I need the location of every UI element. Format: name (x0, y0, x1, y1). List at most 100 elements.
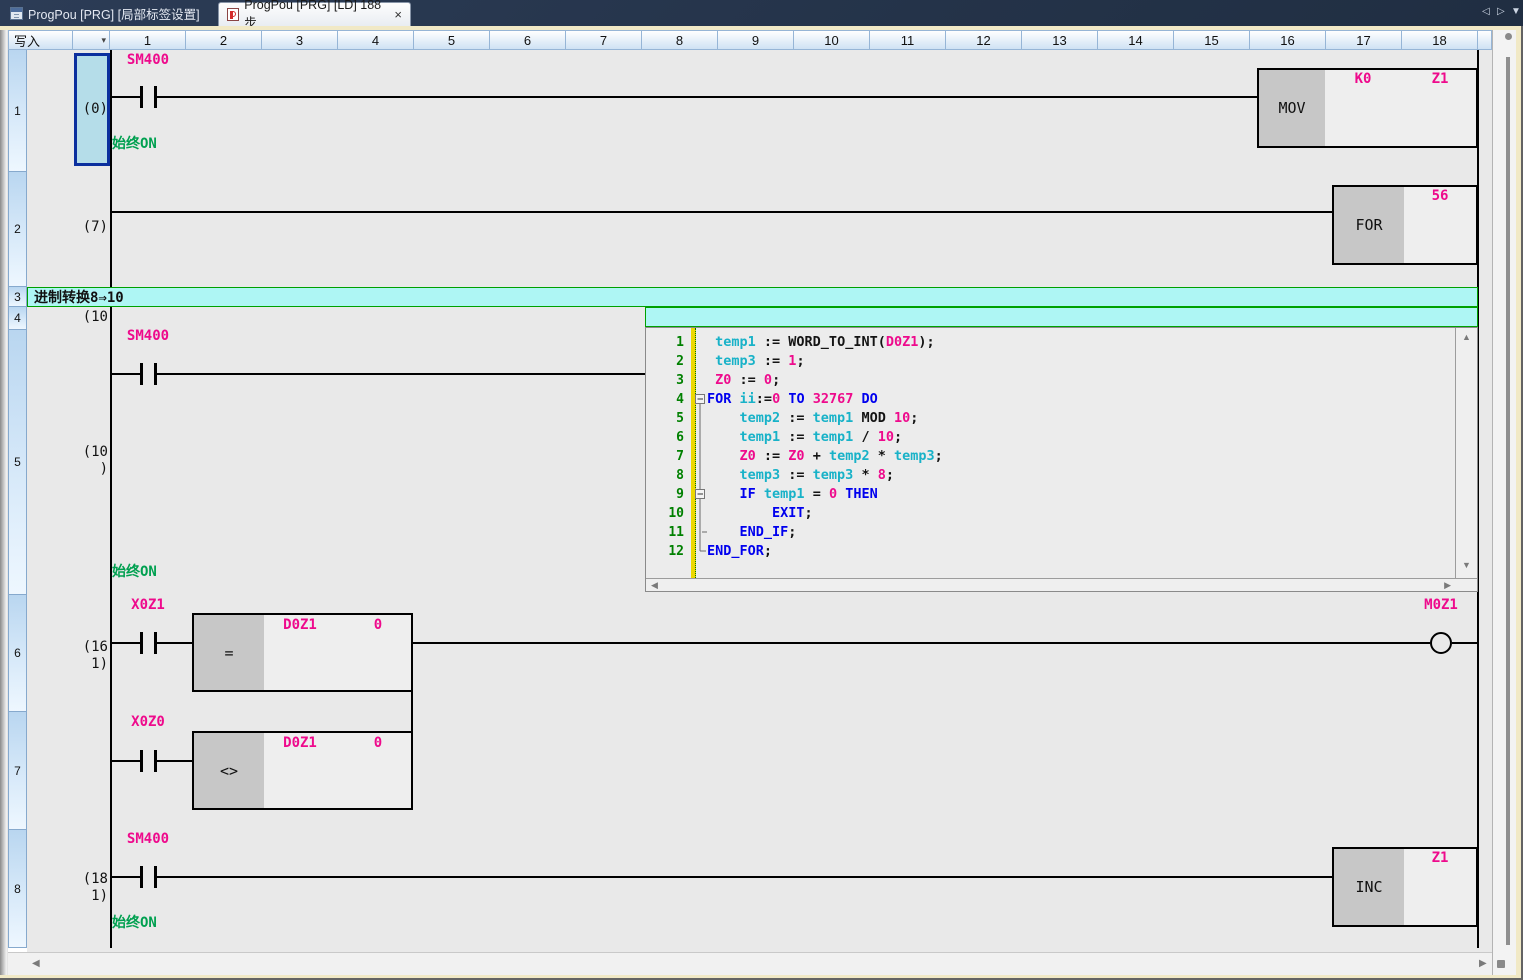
st-code-line[interactable]: temp2 := temp1 MOD 10; (707, 409, 918, 428)
st-token: temp1 (813, 410, 854, 426)
scroll-left-icon[interactable]: ◀ (651, 581, 658, 590)
scroll-right-icon[interactable]: ▶ (1444, 581, 1451, 590)
st-code-line[interactable]: temp3 := temp3 * 8; (707, 466, 894, 485)
rung-number-4[interactable]: 4 (8, 307, 27, 330)
st-code-line[interactable]: FOR ii:=0 TO 32767 DO (707, 390, 878, 409)
contact-no-r7[interactable] (140, 750, 143, 772)
contact-device-label: SM400 (120, 328, 176, 344)
column-header-5: 5 (414, 30, 490, 50)
st-token: ); (918, 334, 934, 350)
st-code-line[interactable]: END_IF; (707, 523, 796, 542)
scroll-down-icon[interactable]: ▼ (1456, 561, 1477, 570)
st-token: ; (772, 372, 780, 388)
rung-number-7[interactable]: 7 (8, 712, 27, 830)
st-code-line[interactable]: IF temp1 = 0 THEN (707, 485, 878, 504)
vertical-scrollbar-thumb[interactable] (1506, 57, 1510, 945)
st-token: temp3 (740, 467, 781, 483)
tab-progpou-ld[interactable]: ProgPou [PRG] [LD] 188步 × (218, 2, 411, 26)
st-code-line[interactable]: temp1 := WORD_TO_INT(D0Z1); (707, 333, 935, 352)
st-code-line[interactable]: EXIT; (707, 504, 813, 523)
wire (157, 760, 192, 762)
st-token: Z0 (715, 372, 731, 388)
wire (1452, 642, 1478, 644)
block-opcode: = (194, 615, 264, 690)
st-line-number: 4 (649, 390, 687, 409)
column-header-8: 8 (642, 30, 718, 50)
mode-cell[interactable]: 写入 (8, 30, 73, 50)
rung-number-6[interactable]: 6 (8, 595, 27, 712)
st-fold-gutter[interactable] (694, 327, 712, 567)
rung-number-8[interactable]: 8 (8, 830, 27, 948)
st-token: temp3 (894, 448, 935, 464)
st-token: ii (740, 391, 756, 407)
ladder-program-icon (227, 8, 239, 21)
wire (413, 642, 1430, 644)
block-opcode: MOV (1259, 70, 1325, 146)
block-operand: 56 (1412, 188, 1468, 204)
rung-number-3[interactable]: 3 (8, 287, 27, 307)
scroll-right-icon[interactable]: ▶ (1479, 959, 1487, 968)
column-header-14: 14 (1098, 30, 1174, 50)
contact-no-r5[interactable] (140, 363, 143, 385)
output-coil[interactable] (1430, 632, 1452, 654)
mode-dropdown[interactable]: ▾ (73, 30, 110, 50)
st-token: := (780, 467, 813, 483)
step-number-r8: (18 (60, 871, 108, 887)
st-code-line[interactable]: Z0 := Z0 + temp2 * temp3; (707, 447, 943, 466)
tab-progpou-local-labels[interactable]: ProgPou [PRG] [局部标签设置] (2, 1, 208, 25)
vertical-scrollbar[interactable] (1492, 30, 1516, 975)
st-token: temp1 (740, 429, 781, 445)
st-vertical-scrollbar[interactable]: ▲ ▼ (1455, 328, 1477, 578)
wire (157, 642, 192, 644)
rung-number-5[interactable]: 5 (8, 330, 27, 595)
st-code-line[interactable]: temp3 := 1; (707, 352, 805, 371)
column-header-4: 4 (338, 30, 414, 50)
scrollbar-grip[interactable] (1497, 960, 1505, 968)
st-token: D0Z1 (886, 334, 919, 350)
st-token (707, 505, 772, 521)
rung-number-2[interactable]: 2 (8, 172, 27, 287)
st-token: := (756, 391, 772, 407)
device-comment: 始终ON (112, 133, 157, 153)
st-code-line[interactable]: Z0 := 0; (707, 371, 780, 390)
st-code-line[interactable]: temp1 := temp1 / 10; (707, 428, 902, 447)
splitter-handle[interactable] (1505, 33, 1512, 40)
st-token (756, 486, 764, 502)
tab-scroll-right-icon[interactable]: ▷ (1497, 6, 1505, 17)
contact-no-r6[interactable] (140, 632, 143, 654)
tab-list-dropdown-icon[interactable]: ▼ (1511, 6, 1521, 17)
left-power-rail (110, 50, 112, 948)
close-tab-icon[interactable]: × (394, 8, 402, 21)
column-header-11: 11 (870, 30, 946, 50)
step-number-r8: 1) (60, 888, 108, 904)
chevron-down-icon: ▾ (101, 35, 106, 46)
st-token: 0 (764, 372, 772, 388)
horizontal-scrollbar[interactable]: ◀ ▶ (8, 952, 1492, 975)
st-token: ; (796, 353, 804, 369)
st-token: * (853, 467, 877, 483)
network-comment-text: 进制转换8⇒10 (34, 287, 124, 307)
contact-no-r1[interactable] (140, 86, 143, 108)
column-header-12: 12 (946, 30, 1022, 50)
st-token: ; (886, 467, 894, 483)
network-comment-row[interactable]: 进制转换8⇒10 (27, 287, 1478, 307)
tab-scroll-left-icon[interactable]: ◁ (1482, 6, 1490, 17)
inline-st-header-band[interactable] (645, 307, 1478, 327)
scroll-left-icon[interactable]: ◀ (32, 959, 40, 968)
block-operand: Z1 (1412, 71, 1468, 87)
st-token: ; (935, 448, 943, 464)
st-code-line[interactable]: END_FOR; (707, 542, 772, 561)
document-tab-bar: ProgPou [PRG] [局部标签设置] ProgPou [PRG] [LD… (0, 0, 1523, 26)
st-token: := (756, 448, 789, 464)
st-line-number: 12 (649, 542, 687, 561)
rung-number-1[interactable]: 1 (8, 50, 27, 172)
st-token: ; (894, 429, 902, 445)
st-horizontal-scrollbar[interactable]: ◀ ▶ (646, 578, 1477, 591)
st-token: MOD (853, 410, 894, 426)
contact-no-r8[interactable] (140, 866, 143, 888)
st-token: DO (862, 391, 878, 407)
scroll-up-icon[interactable]: ▲ (1456, 333, 1477, 342)
st-token: IF (740, 486, 756, 502)
st-token: temp1 (764, 486, 805, 502)
st-line-number: 11 (649, 523, 687, 542)
